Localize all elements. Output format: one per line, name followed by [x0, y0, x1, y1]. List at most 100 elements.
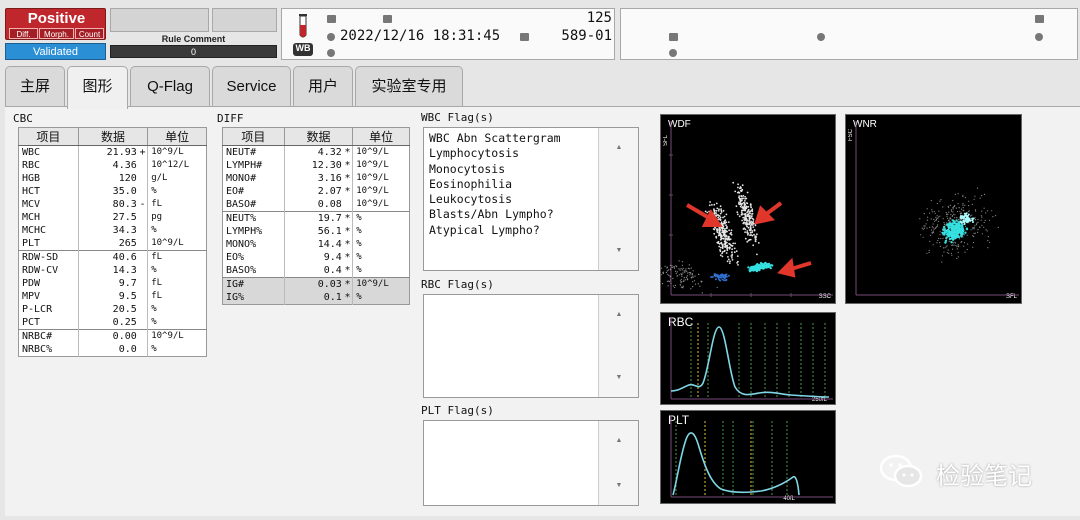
table-row[interactable]: IG# 0.03 * 10^9/L: [222, 277, 410, 291]
param-flag-cell: *: [342, 277, 353, 291]
tab-qflag[interactable]: Q-Flag: [130, 66, 210, 106]
scatter-dot: [948, 231, 951, 234]
rbc-flags-scrollbar[interactable]: ▲ ▼: [598, 295, 638, 397]
scatter-dot: [683, 277, 685, 279]
wnr-scattergram[interactable]: WNR FSC SFL: [845, 114, 1022, 304]
table-row[interactable]: RDW-CV 14.3%: [18, 264, 207, 277]
wdf-scattergram[interactable]: WDF SFL SSC: [660, 114, 836, 304]
scatter-dot: [929, 240, 931, 242]
scatter-dot: [952, 211, 954, 213]
scatter-dot: [682, 286, 684, 288]
rule-comment-button[interactable]: 0: [110, 45, 277, 58]
scatter-dot: [737, 186, 739, 189]
wbc-flags-scrollbar[interactable]: ▲ ▼: [598, 128, 638, 270]
table-row[interactable]: NEUT# 4.32 * 10^9/L: [222, 145, 410, 159]
table-row[interactable]: MONO% 14.4 *%: [222, 238, 410, 251]
scatter-dot: [976, 187, 979, 189]
scatter-dot: [744, 204, 746, 206]
plt-flags-listbox[interactable]: ▲ ▼: [423, 420, 639, 506]
scatter-dot: [965, 225, 967, 227]
table-row[interactable]: P-LCR 20.5%: [18, 303, 207, 316]
scatter-dot: [687, 272, 689, 274]
param-unit-cell: %: [147, 264, 207, 277]
scatter-dot: [752, 219, 755, 221]
param-name-cell: PCT: [18, 316, 79, 330]
table-row[interactable]: LYMPH# 12.30 * 10^9/L: [222, 159, 410, 172]
column-header-unit: 单位: [352, 127, 410, 146]
scatter-dot: [713, 208, 715, 211]
table-row[interactable]: EO% 9.4 *%: [222, 251, 410, 264]
scroll-down-icon[interactable]: ▼: [599, 374, 639, 381]
scroll-down-icon[interactable]: ▼: [599, 247, 639, 254]
table-row[interactable]: RBC 4.36 10^12/L: [18, 159, 207, 172]
scroll-up-icon[interactable]: ▲: [599, 437, 639, 444]
scroll-down-icon[interactable]: ▼: [599, 482, 639, 489]
param-flag-cell: *: [342, 211, 353, 225]
table-row[interactable]: PLT 265 10^9/L: [18, 237, 207, 251]
column-header-unit: 单位: [147, 127, 207, 146]
scatter-dot: [933, 228, 935, 230]
tab-lab-only[interactable]: 实验室专用: [355, 66, 463, 106]
scatter-dot: [967, 213, 970, 216]
table-row[interactable]: MCHC 34.3%: [18, 224, 207, 237]
tab-user[interactable]: 用户: [293, 66, 353, 106]
scatter-dot: [957, 210, 959, 213]
rbc-flags-listbox[interactable]: ▲ ▼: [423, 294, 639, 398]
param-unit-cell: %: [147, 224, 207, 237]
table-row[interactable]: EO# 2.07 * 10^9/L: [222, 185, 410, 198]
table-row[interactable]: BASO% 0.4 *%: [222, 264, 410, 278]
table-row[interactable]: MCH 27.5 pg: [18, 211, 207, 224]
scatter-dot: [728, 237, 730, 240]
param-value-cell: 0.00: [78, 329, 138, 343]
param-flag-cell: *: [344, 186, 351, 197]
table-row[interactable]: HGB 120 g/L: [18, 172, 207, 185]
param-unit-cell: %: [147, 303, 207, 316]
table-row[interactable]: PDW 9.7 fL: [18, 277, 207, 290]
table-row[interactable]: MPV 9.5 fL: [18, 290, 207, 303]
scatter-dot: [935, 226, 937, 229]
tab-service[interactable]: Service: [212, 66, 291, 106]
scatter-dot: [725, 224, 727, 227]
table-row[interactable]: RDW-SD 40.6 fL: [18, 250, 207, 264]
tab-graphics[interactable]: 图形: [67, 66, 128, 109]
param-name-cell: PDW: [18, 277, 79, 290]
scatter-dot: [959, 212, 961, 214]
param-flag-cell: +: [139, 147, 146, 158]
table-row[interactable]: NEUT% 19.7 *%: [222, 211, 410, 225]
plt-histogram[interactable]: PLT 40fL: [660, 410, 836, 504]
table-row[interactable]: PCT 0.25%: [18, 316, 207, 330]
scatter-dot: [725, 221, 728, 224]
rbc-histogram[interactable]: RBC 250fL: [660, 312, 836, 405]
scatter-dot: [727, 256, 729, 258]
table-row[interactable]: MONO# 3.16 * 10^9/L: [222, 172, 410, 185]
scatter-dot: [945, 211, 947, 214]
table-row[interactable]: IG% 0.1 *%: [222, 291, 410, 305]
table-row[interactable]: WBC 21.93 +10^9/L: [18, 145, 207, 159]
scroll-up-icon[interactable]: ▲: [599, 311, 639, 318]
table-row[interactable]: LYMPH% 56.1 *%: [222, 225, 410, 238]
table-row[interactable]: NRBC% 0.0%: [18, 343, 207, 357]
table-row[interactable]: NRBC# 0.00 10^9/L: [18, 329, 207, 343]
scatter-dot: [666, 280, 668, 282]
scatter-dot: [746, 225, 748, 228]
scroll-up-icon[interactable]: ▲: [599, 144, 639, 151]
scatter-dot: [725, 278, 728, 281]
tab-main[interactable]: 主屏: [5, 66, 65, 106]
param-value-cell: 4.32: [317, 147, 342, 158]
scatter-dot: [926, 227, 928, 229]
plt-flags-scrollbar[interactable]: ▲ ▼: [598, 421, 638, 505]
table-row[interactable]: HCT 35.0%: [18, 185, 207, 198]
scatter-dot: [956, 217, 958, 219]
scatter-dot: [739, 187, 741, 190]
scatter-dot: [937, 239, 939, 242]
param-name-cell: BASO#: [222, 198, 285, 212]
table-row[interactable]: BASO# 0.08 10^9/L: [222, 198, 410, 212]
scatter-dot: [948, 211, 950, 213]
scatter-dot: [941, 234, 943, 236]
scatter-dot: [740, 195, 743, 197]
scatter-dot: [723, 221, 726, 224]
scatter-dot: [943, 232, 946, 235]
wbc-flags-listbox[interactable]: WBC Abn Scattergram Lymphocytosis Monocyto…: [423, 127, 639, 271]
scatter-dot: [964, 231, 967, 234]
table-row[interactable]: MCV 80.3- fL: [18, 198, 207, 211]
